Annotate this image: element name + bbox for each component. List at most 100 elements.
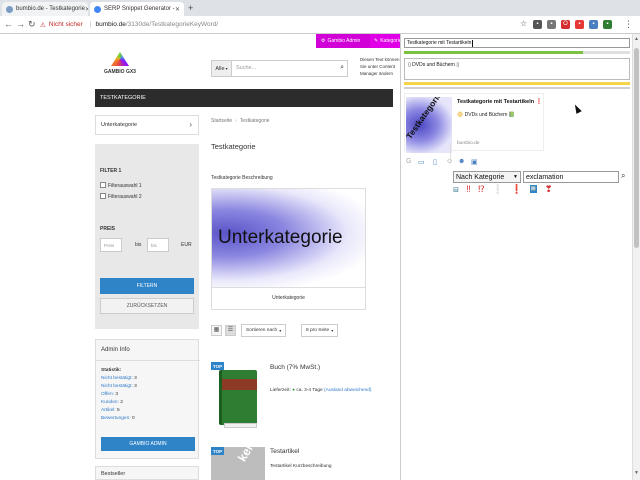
emoji-heart-exclamation[interactable]: ❣ [545,184,553,195]
emoji-search-input[interactable]: exclamation [523,171,619,183]
list-view-icon[interactable]: ☰ [225,325,236,336]
save-icon[interactable]: ▣ [471,158,478,166]
stat-label: Artikel: [101,408,116,413]
extension-icon[interactable]: ▪ [589,20,598,29]
price-to-label: bis [135,242,142,248]
filter-button[interactable]: FILTERN [100,278,194,294]
divider [450,144,451,164]
new-tab-icon[interactable]: + [188,3,193,13]
serp-preview-description: 📀 DVDs und Büchern 📗 [457,112,515,118]
menu-icon[interactable]: ⋮ [624,19,633,30]
mobile-icon[interactable]: ▯ [433,158,437,166]
admin-bar: ⚙ Gambio Admin ✎ Kategorie [316,34,402,48]
serp-preview-description-text: DVDs und Büchern [464,112,508,118]
serp-snippet-panel: Testkategorie mit Testartikeln ▯ DVDs un… [400,34,632,480]
forward-icon[interactable]: → [16,19,25,29]
product-name[interactable]: Buch (7% MwSt.) [270,364,320,371]
browser-chrome: bumbio.de - Testkategorie ✕ SERP Snippet… [0,0,640,34]
kategorie-link[interactable]: ✎ Kategorie [370,34,402,48]
extension-icon[interactable]: ▪ [603,20,612,29]
top-badge: TOP [211,362,224,370]
reload-icon[interactable]: ↻ [28,19,36,30]
admin-info-box: Admin Info Statistik: Nicht bestätigt: 3… [95,339,200,459]
gambio-admin-link[interactable]: ⚙ Gambio Admin [316,34,370,48]
emoji-white-exclamation[interactable]: ❕ [492,184,503,195]
price-from-input[interactable]: Preis [100,238,122,252]
search-icon[interactable]: ⌕ [621,171,625,181]
serp-preview-title[interactable]: Testkategorie mit Testartikeln ❗ [457,99,543,105]
emoji-on[interactable]: 🔛 [453,187,459,193]
price-to-input[interactable]: bis [147,238,169,252]
stat-item[interactable]: Artikel: 5 [101,408,120,413]
emoji-category-select[interactable]: Nach Kategorie ▼ [453,171,521,183]
filter-checkbox-1[interactable] [100,182,106,188]
stat-item[interactable]: Kunden: 2 [101,400,123,405]
placeholder-image-text: kein Bild [235,447,265,464]
gambio-admin-button[interactable]: GAMBIO ADMIN [101,437,195,451]
tab-shop[interactable]: bumbio.de - Testkategorie ✕ [2,2,88,16]
filter-checkbox-2[interactable] [100,193,106,199]
grid-view-icon[interactable]: ▦ [211,325,222,336]
address-bar[interactable]: ⚠ Nicht sicher | bumbio.de /3130de/Testk… [40,18,516,31]
breadcrumb-current[interactable]: Testkategorie [240,118,270,124]
extension-icon[interactable]: ▪ [533,20,542,29]
delivery-label: Lieferzeit: [270,388,291,393]
sidebar-subcategory-label: Unterkategorie [101,122,138,128]
serp-description-input[interactable]: ▯ DVDs und Büchern ▯ [404,58,630,80]
security-label: Nicht sicher [48,21,83,28]
desktop-icon[interactable]: ▭ [418,158,425,166]
top-badge: TOP [211,447,224,455]
pdf-icon[interactable]: ▪ [575,20,584,29]
nav-item-testkategorie[interactable]: TESTKATEGORIE [100,95,146,101]
product-name[interactable]: Testartikel [270,448,299,455]
sidebar-subcategory[interactable]: Unterkategorie › [95,115,199,135]
subcategory-image-text: Unterkategorie [218,227,343,248]
shop-logo[interactable]: GAMBIO GX3 [102,52,138,82]
subcategory-card[interactable]: Unterkategorie Unterkategorie [211,188,366,310]
breadcrumb-home[interactable]: Startseite [211,118,232,124]
scroll-thumb[interactable] [634,48,639,248]
google-icon[interactable]: G [406,158,411,165]
product-image[interactable]: TOP kein Bild [211,447,265,480]
delivery-value: ca. 3-4 Tage [296,388,323,393]
opera-icon[interactable]: O [561,20,570,29]
search-input[interactable]: Suche... [236,65,256,71]
stat-item[interactable]: Nicht bestätigt: 3 [101,384,137,389]
sort-select[interactable]: Sortieren nach ▾ [241,324,287,337]
pencil-icon: ✎ [374,38,379,44]
product-image[interactable]: TOP [211,362,265,432]
star-icon[interactable]: ☆ [520,19,527,28]
scroll-down-icon[interactable]: ▼ [634,470,639,476]
close-tab-icon[interactable]: ✕ [85,6,88,13]
scroll-up-icon[interactable]: ▲ [634,36,639,42]
emoji-interrobang[interactable]: ⁉ [478,184,485,195]
back-icon[interactable]: ← [4,19,13,29]
per-page-select[interactable]: 8 pro Seite ▾ [301,324,339,337]
stat-value: 3 [115,392,118,397]
stat-item[interactable]: Offen: 3 [101,392,118,397]
serp-title-value: Testkategorie mit Testartikeln [407,40,472,46]
price-label: PREIS [100,226,116,232]
reset-button[interactable]: ZURÜCKSETZEN [100,298,194,314]
search-icon[interactable]: ⌕ [340,64,344,72]
delivery-note[interactable]: (Ausland abweichend) [324,388,371,393]
close-tab-icon[interactable]: ✕ [175,6,180,13]
stat-item[interactable]: Bewertungen: 0 [101,416,135,421]
tab-serp-generator[interactable]: SERP Snippet Generator - ✕ [90,2,184,16]
book-icon: 📗 [508,112,516,118]
serp-title-input[interactable]: Testkategorie mit Testartikeln [404,38,630,48]
stat-value: 5 [117,408,120,413]
emoji-double-exclamation[interactable]: ‼ [466,184,471,194]
divider [212,287,365,288]
extension-icon[interactable]: ▪ [547,20,556,29]
emoji-up[interactable]: 🆙 [529,185,538,193]
text-cursor [472,39,474,47]
search-category-select[interactable]: Alle ▾ [212,61,232,76]
emoji-search-value: exclamation [526,173,564,181]
dvd-icon: 📀 [457,112,464,118]
page-scrollbar[interactable]: ▲ ▼ [632,34,640,480]
emoji-exclamation[interactable]: ❗ [511,184,522,195]
smiley-icon[interactable]: ☻ [458,158,465,165]
stat-item[interactable]: Nicht bestätigt: 3 [101,376,137,381]
product-short-description: Testartikel Kurzbeschreibung [270,464,332,469]
